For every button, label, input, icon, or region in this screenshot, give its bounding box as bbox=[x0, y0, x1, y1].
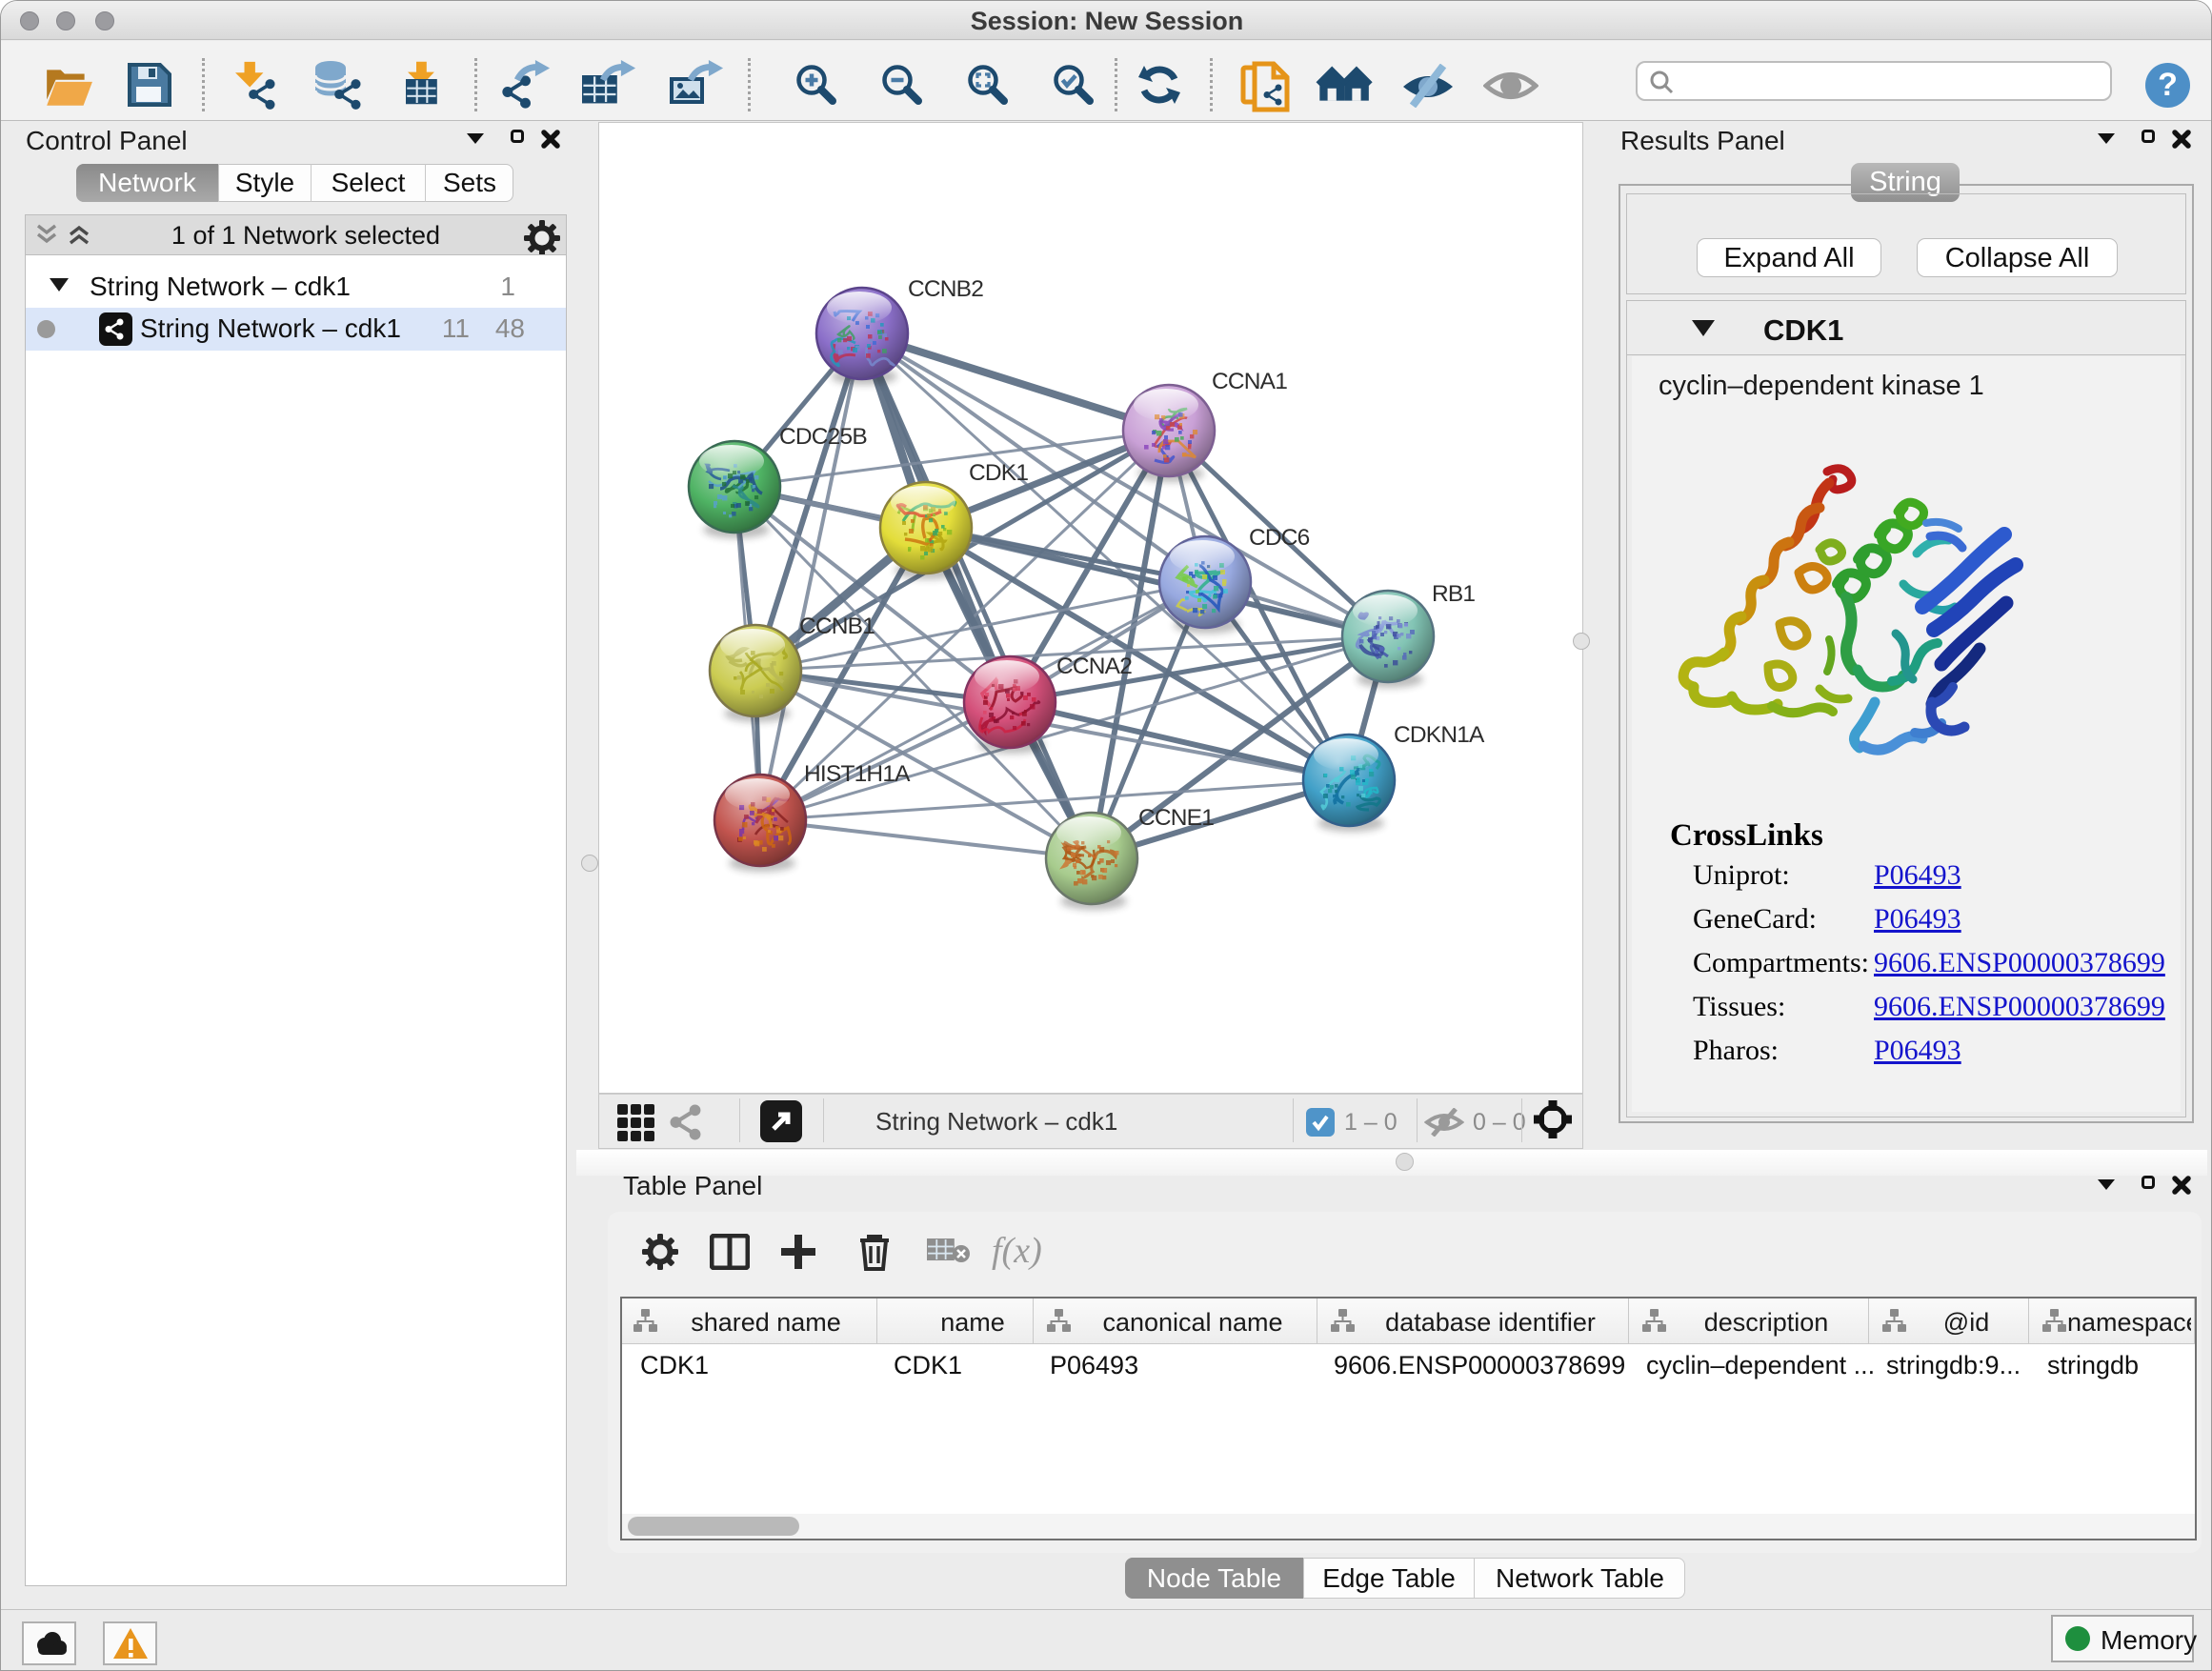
svg-text:CCNA2: CCNA2 bbox=[1056, 654, 1132, 679]
svg-text:CDC6: CDC6 bbox=[1249, 525, 1310, 551]
svg-text:CCNB2: CCNB2 bbox=[908, 276, 983, 302]
svg-text:HIST1H1A: HIST1H1A bbox=[804, 761, 911, 787]
svg-text:CDKN1A: CDKN1A bbox=[1394, 722, 1485, 748]
svg-text:CCNE1: CCNE1 bbox=[1138, 805, 1214, 831]
svg-text:RB1: RB1 bbox=[1432, 581, 1475, 607]
svg-text:CDK1: CDK1 bbox=[969, 460, 1028, 486]
svg-text:CDC25B: CDC25B bbox=[779, 424, 867, 450]
svg-text:CCNA1: CCNA1 bbox=[1212, 369, 1287, 394]
svg-text:CCNB1: CCNB1 bbox=[799, 614, 875, 639]
